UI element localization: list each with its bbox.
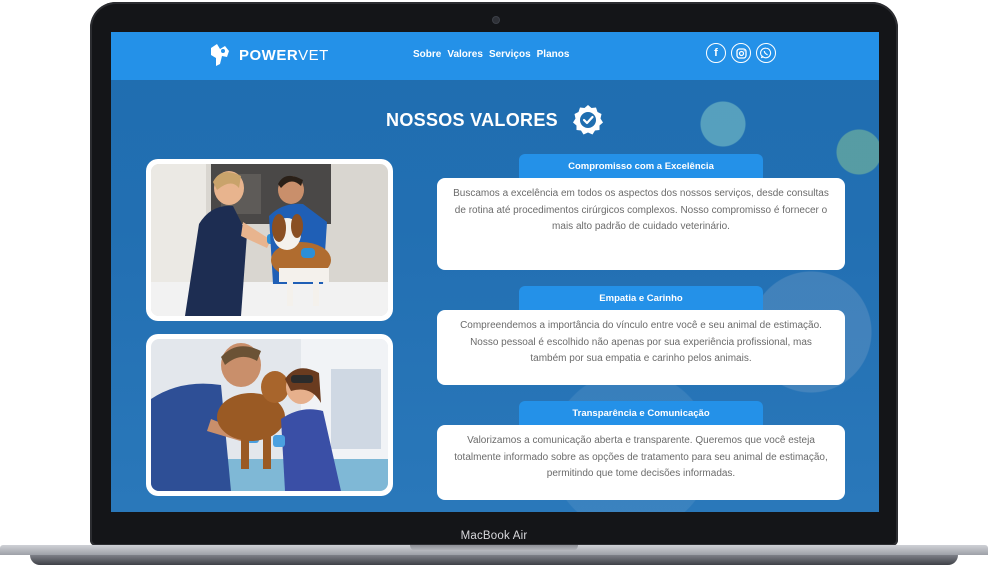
camera-icon [493, 17, 499, 23]
value-card-excelencia: Buscamos a excelência em todos os aspect… [437, 178, 845, 270]
main-nav: Sobre Valores Serviços Planos [413, 49, 569, 60]
powervet-logo-icon [211, 44, 229, 66]
photo-vets-with-beagle-image [151, 164, 388, 316]
brand-name: POWERVET [239, 47, 329, 64]
photo-vets-examining-dog-image [151, 339, 388, 491]
laptop-notch [410, 545, 578, 551]
verified-badge-icon [572, 105, 603, 135]
instagram-icon[interactable] [731, 43, 751, 63]
device-label: MacBook Air [460, 530, 528, 542]
facebook-icon[interactable]: f [706, 43, 726, 63]
vets-beagle-illustration [151, 164, 388, 316]
facebook-glyph: f [714, 47, 718, 59]
value-card-transparencia: Valorizamos a comunicação aberta e trans… [437, 425, 845, 500]
value-tab-empatia: Empatia e Carinho [519, 286, 763, 310]
nav-link-valores[interactable]: Valores [447, 49, 483, 60]
whatsapp-glyph [760, 47, 772, 59]
photo-vets-examining-dog [146, 334, 393, 496]
brand-name-light: VET [298, 46, 329, 64]
nav-link-servicos[interactable]: Serviços [489, 49, 531, 60]
vets-exam-illustration [151, 339, 388, 491]
instagram-glyph [735, 47, 747, 59]
navbar: POWERVET Sobre Valores Serviços Planos f [111, 32, 879, 80]
value-tab-excelencia: Compromisso com a Excelência [519, 154, 763, 178]
photo-vets-with-beagle [146, 159, 393, 321]
value-card-empatia: Compreendemos a importância do vínculo e… [437, 310, 845, 385]
whatsapp-icon[interactable] [756, 43, 776, 63]
section-title: NOSSOS VALORES [386, 109, 558, 130]
nav-link-sobre[interactable]: Sobre [413, 49, 441, 60]
section-header: NOSSOS VALORES [111, 104, 879, 136]
laptop-base-bottom [30, 555, 958, 565]
brand-logo[interactable]: POWERVET [207, 42, 329, 68]
brand-name-bold: POWER [239, 46, 299, 64]
nav-link-planos[interactable]: Planos [537, 49, 570, 60]
website-screen: POWERVET Sobre Valores Serviços Planos f… [111, 32, 879, 512]
value-tab-transparencia: Transparência e Comunicação [519, 401, 763, 425]
laptop-base [0, 545, 988, 568]
social-links: f [706, 43, 776, 63]
